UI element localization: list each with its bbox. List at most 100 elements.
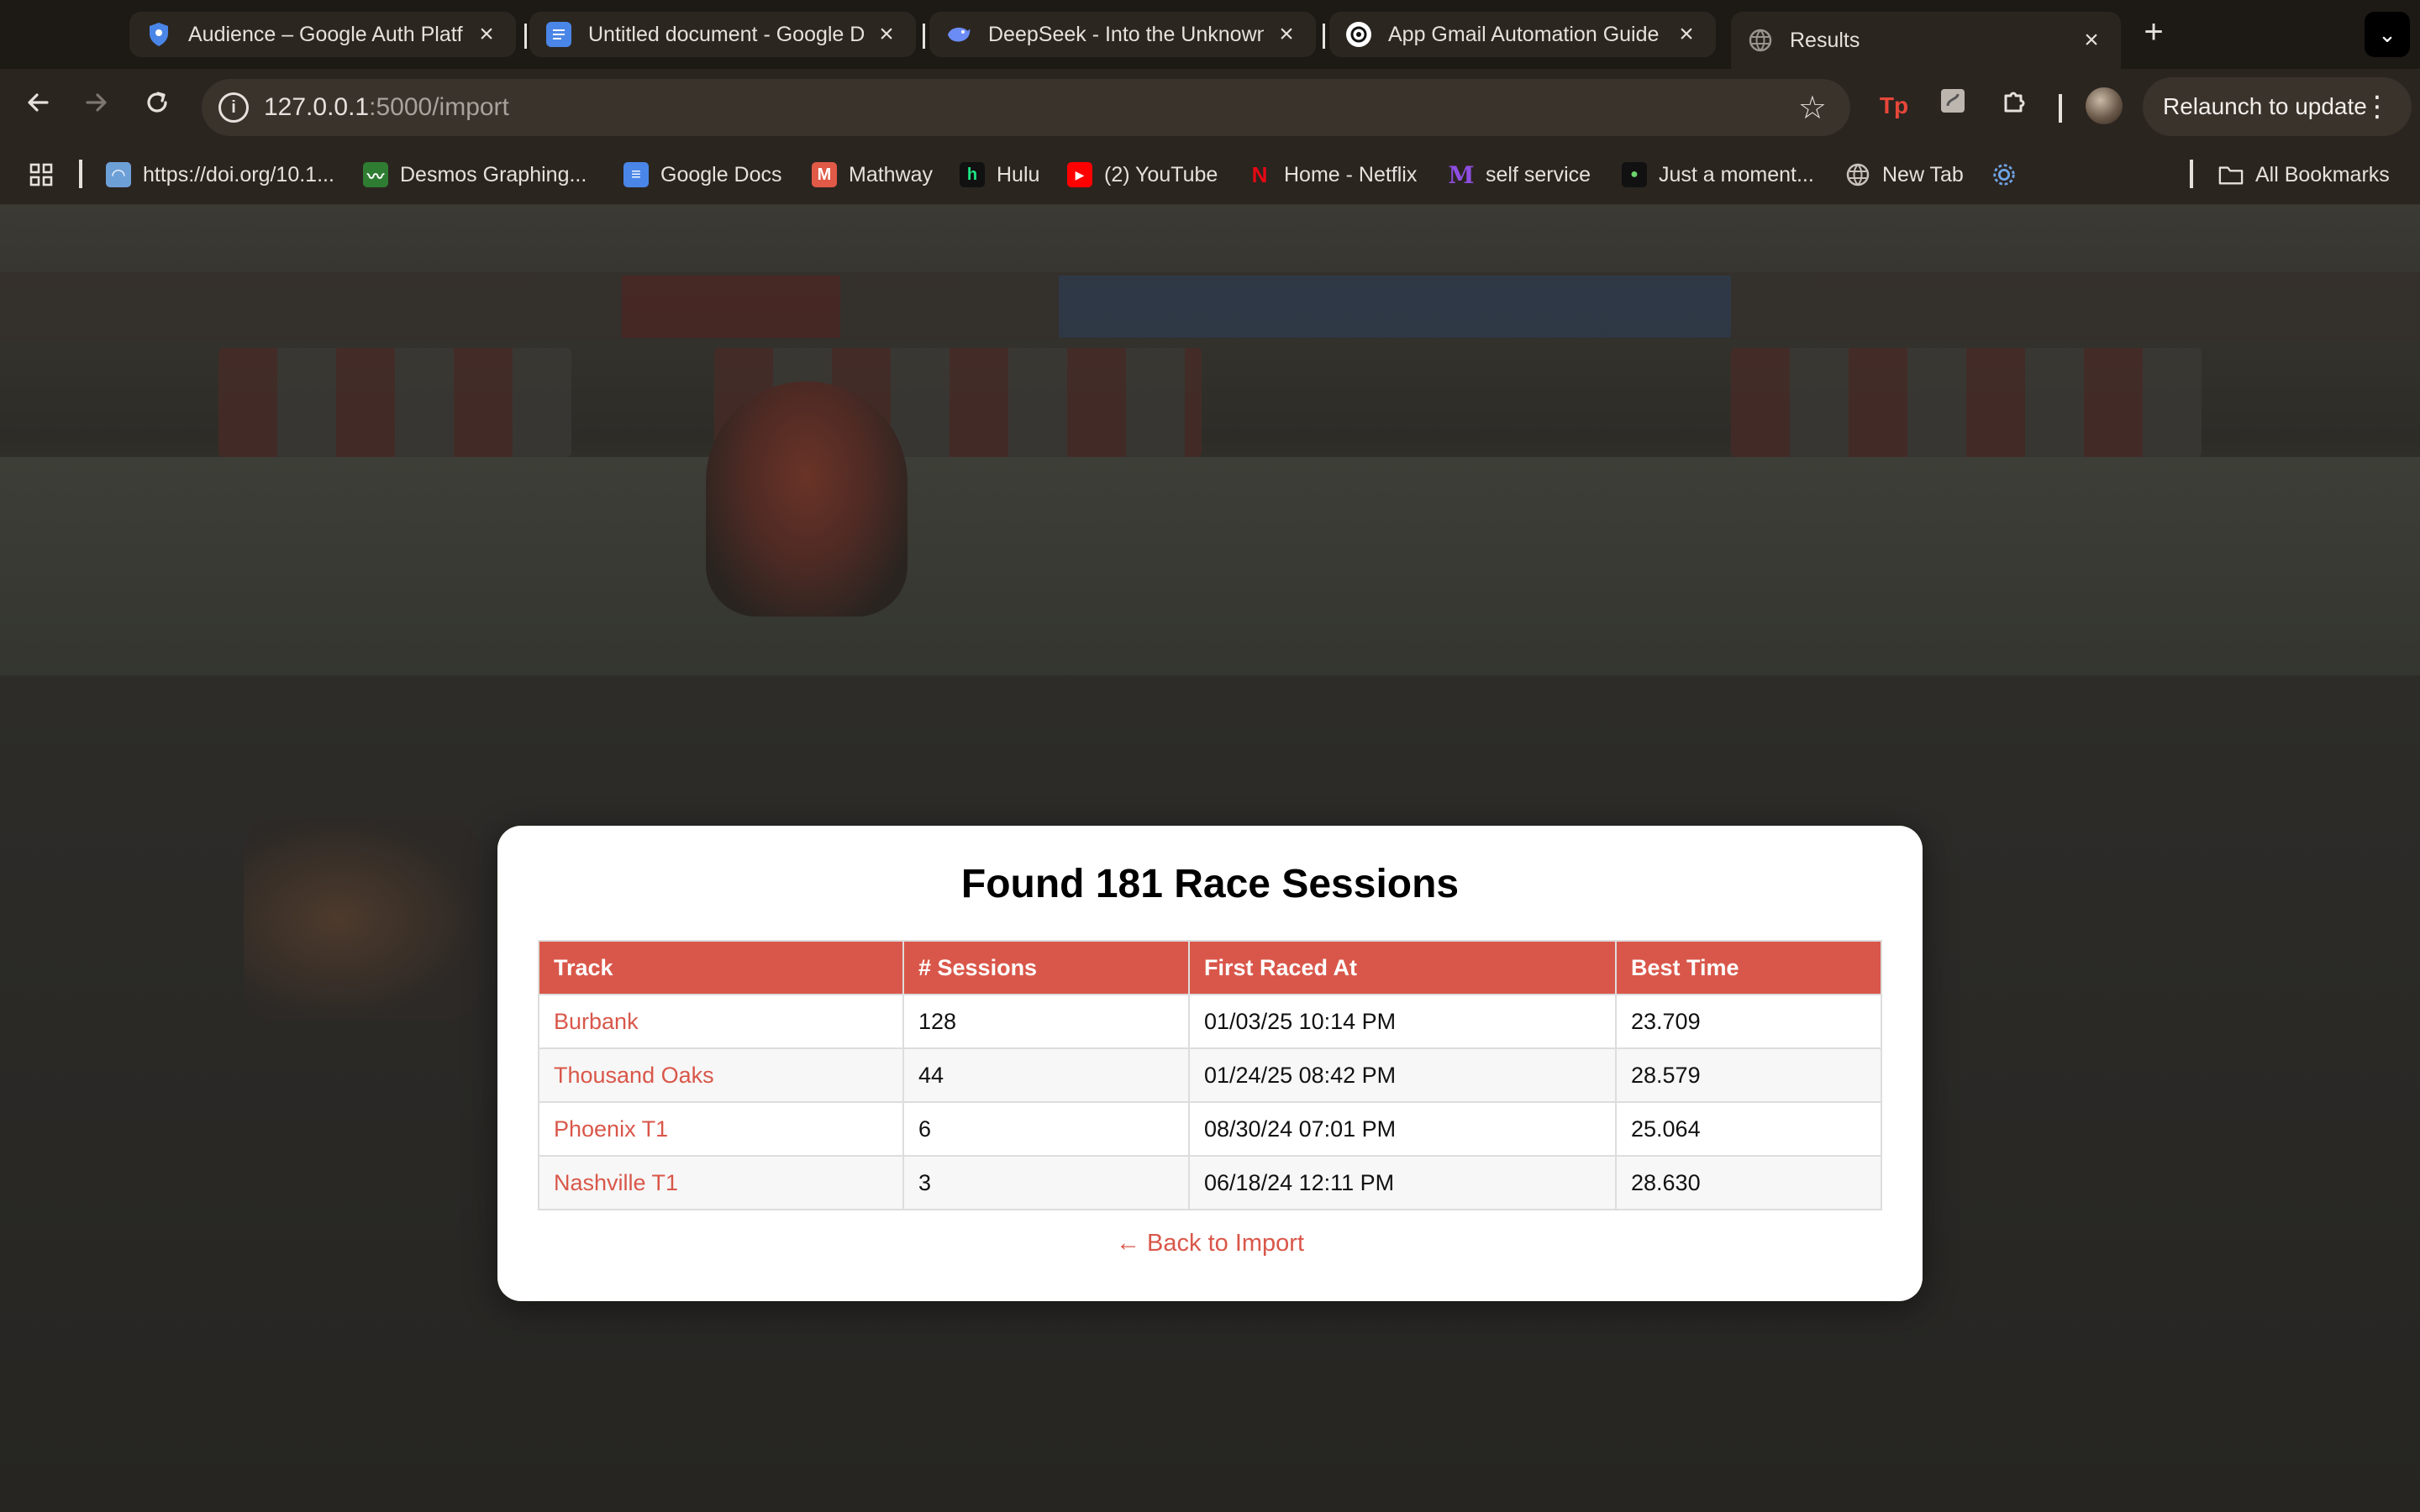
tab-divider [524,24,527,49]
extension-icon[interactable] [1934,87,1971,124]
tab-title: Audience – Google Auth Platf [188,22,463,46]
bookmark-netflix[interactable]: N Home - Netflix [1247,160,1418,190]
bookmark-youtube[interactable]: ▶ (2) YouTube [1067,160,1218,190]
arrow-left-icon [28,93,49,112]
globe-icon [1845,162,1870,187]
bookmark-new-tab[interactable]: New Tab [1845,160,1964,190]
track-link[interactable]: Nashville T1 [554,1170,678,1195]
relaunch-label: Relaunch to update [2163,93,2367,119]
tab-gmail-automation[interactable]: App Gmail Automation Guide × [1329,12,1716,57]
best-time-cell: 28.579 [1615,1047,1882,1103]
forward-button[interactable] [76,86,118,128]
tab-untitled-document[interactable]: Untitled document - Google D × [529,12,916,57]
apps-grid-icon [29,163,53,186]
background-driver-helmet [706,381,908,617]
track-link[interactable]: Thousand Oaks [554,1063,714,1088]
bookmark-label: Desmos Graphing... [400,162,587,186]
page-title: Found 181 Race Sessions [960,862,1460,906]
bookmarks-divider [2190,160,2193,188]
bookmark-mathway[interactable]: M Mathway [812,160,933,190]
site-info-icon[interactable]: i [218,92,249,123]
close-icon[interactable]: × [1274,20,1299,49]
track-link[interactable]: Burbank [554,1009,639,1034]
deepseek-icon [946,22,971,47]
all-bookmarks-button[interactable]: All Bookmarks [2218,160,2390,190]
reload-button[interactable] [136,86,178,128]
bookmark-star-icon[interactable]: ☆ [1798,89,1827,127]
folder-icon [2218,162,2244,187]
first-raced-cell: 06/18/24 12:11 PM [1188,1155,1617,1210]
sessions-cell: 128 [902,994,1190,1049]
tab-title: DeepSeek - Into the Unknown [988,22,1264,46]
url-host: 127.0.0.1 [264,93,370,121]
new-tab-button[interactable]: + [2134,13,2173,52]
back-button[interactable] [17,86,59,128]
tab-search-button[interactable]: ⌄ [2365,12,2410,57]
bookmark-just-a-moment[interactable]: ● Just a moment... [1622,160,1814,190]
track-link[interactable]: Phoenix T1 [554,1116,668,1142]
address-bar[interactable]: i 127.0.0.1:5000/import ☆ [202,79,1850,136]
track-cell: Burbank [538,994,904,1049]
close-icon[interactable]: × [2079,26,2104,55]
bookmark-label: Google Docs [660,162,782,186]
tab-results[interactable]: Results × [1731,12,2121,69]
arrow-right-icon [86,93,107,112]
gear-icon [1991,162,2017,187]
hulu-icon: h [960,162,985,187]
docs-icon: ≡ [623,162,649,187]
desmos-icon: 〰 [363,162,388,187]
tab-audience[interactable]: Audience – Google Auth Platf × [129,12,516,57]
results-card: Found 181 Race Sessions Track # Sessions… [497,826,1923,1301]
tab-strip: Audience – Google Auth Platf × Untitled … [0,0,2420,69]
toolbar-divider [2059,94,2062,123]
profile-avatar[interactable] [2086,87,2123,124]
background-tire-wall [218,348,571,457]
track-cell: Phoenix T1 [538,1101,904,1157]
tab-deepseek[interactable]: DeepSeek - Into the Unknown × [929,12,1316,57]
bookmark-self-service[interactable]: M self service [1449,160,1591,190]
close-icon[interactable]: × [474,20,499,49]
chevron-down-icon: ⌄ [2378,22,2396,47]
background-tire-wall [1731,348,2202,457]
bookmark-google-docs[interactable]: ≡ Google Docs [623,160,782,190]
column-header-best-time: Best Time [1615,940,1882,995]
first-raced-cell: 08/30/24 07:01 PM [1188,1101,1617,1157]
shield-icon [146,22,171,47]
first-raced-cell: 01/24/25 08:42 PM [1188,1047,1617,1103]
tab-title: Untitled document - Google D [588,22,864,46]
sessions-cell: 6 [902,1101,1190,1157]
sessions-cell: 44 [902,1047,1190,1103]
back-to-import-link[interactable]: ← Back to Import [497,1230,1923,1257]
table-header-row: Track # Sessions First Raced At Best Tim… [538,940,1882,995]
cloud-icon: ● [1622,162,1647,187]
background-banner-red [622,276,840,338]
mathway-icon: M [812,162,837,187]
tp-extension-icon[interactable]: Tp [1876,87,1912,124]
close-icon[interactable]: × [1674,20,1699,49]
apps-button[interactable] [29,160,54,190]
m-icon: M [1448,160,1475,189]
docs-icon [546,22,571,47]
close-icon[interactable]: × [874,20,899,49]
table-row: Nashville T1 3 06/18/24 12:11 PM 28.630 [538,1155,1882,1210]
background-banner [0,272,2420,339]
browser-chrome: Audience – Google Auth Platf × Untitled … [0,0,2420,205]
page-background: Found 181 Race Sessions Track # Sessions… [0,205,2420,1512]
globe-icon [1748,28,1773,53]
column-header-first-raced: First Raced At [1188,940,1617,995]
bookmark-doi[interactable]: ◠ https://doi.org/10.1... [106,160,334,190]
first-raced-cell: 01/03/25 10:14 PM [1188,994,1617,1049]
bookmark-gear[interactable] [1991,160,2028,190]
sessions-table: Track # Sessions First Raced At Best Tim… [538,940,1882,1210]
best-time-cell: 28.630 [1615,1155,1882,1210]
tab-title: App Gmail Automation Guide [1388,22,1660,46]
tab-divider [1323,24,1325,49]
column-header-track: Track [538,940,904,995]
relaunch-button[interactable]: Relaunch to update ⋮ [2143,77,2412,136]
bookmark-label: https://doi.org/10.1... [143,162,334,186]
bookmark-desmos[interactable]: 〰 Desmos Graphing... [363,160,587,190]
more-menu-icon[interactable]: ⋮ [2363,77,2391,136]
extensions-puzzle-icon[interactable] [1996,87,2033,124]
bookmark-hulu[interactable]: h Hulu [960,160,1039,190]
bookmark-label: Home - Netflix [1284,162,1418,186]
